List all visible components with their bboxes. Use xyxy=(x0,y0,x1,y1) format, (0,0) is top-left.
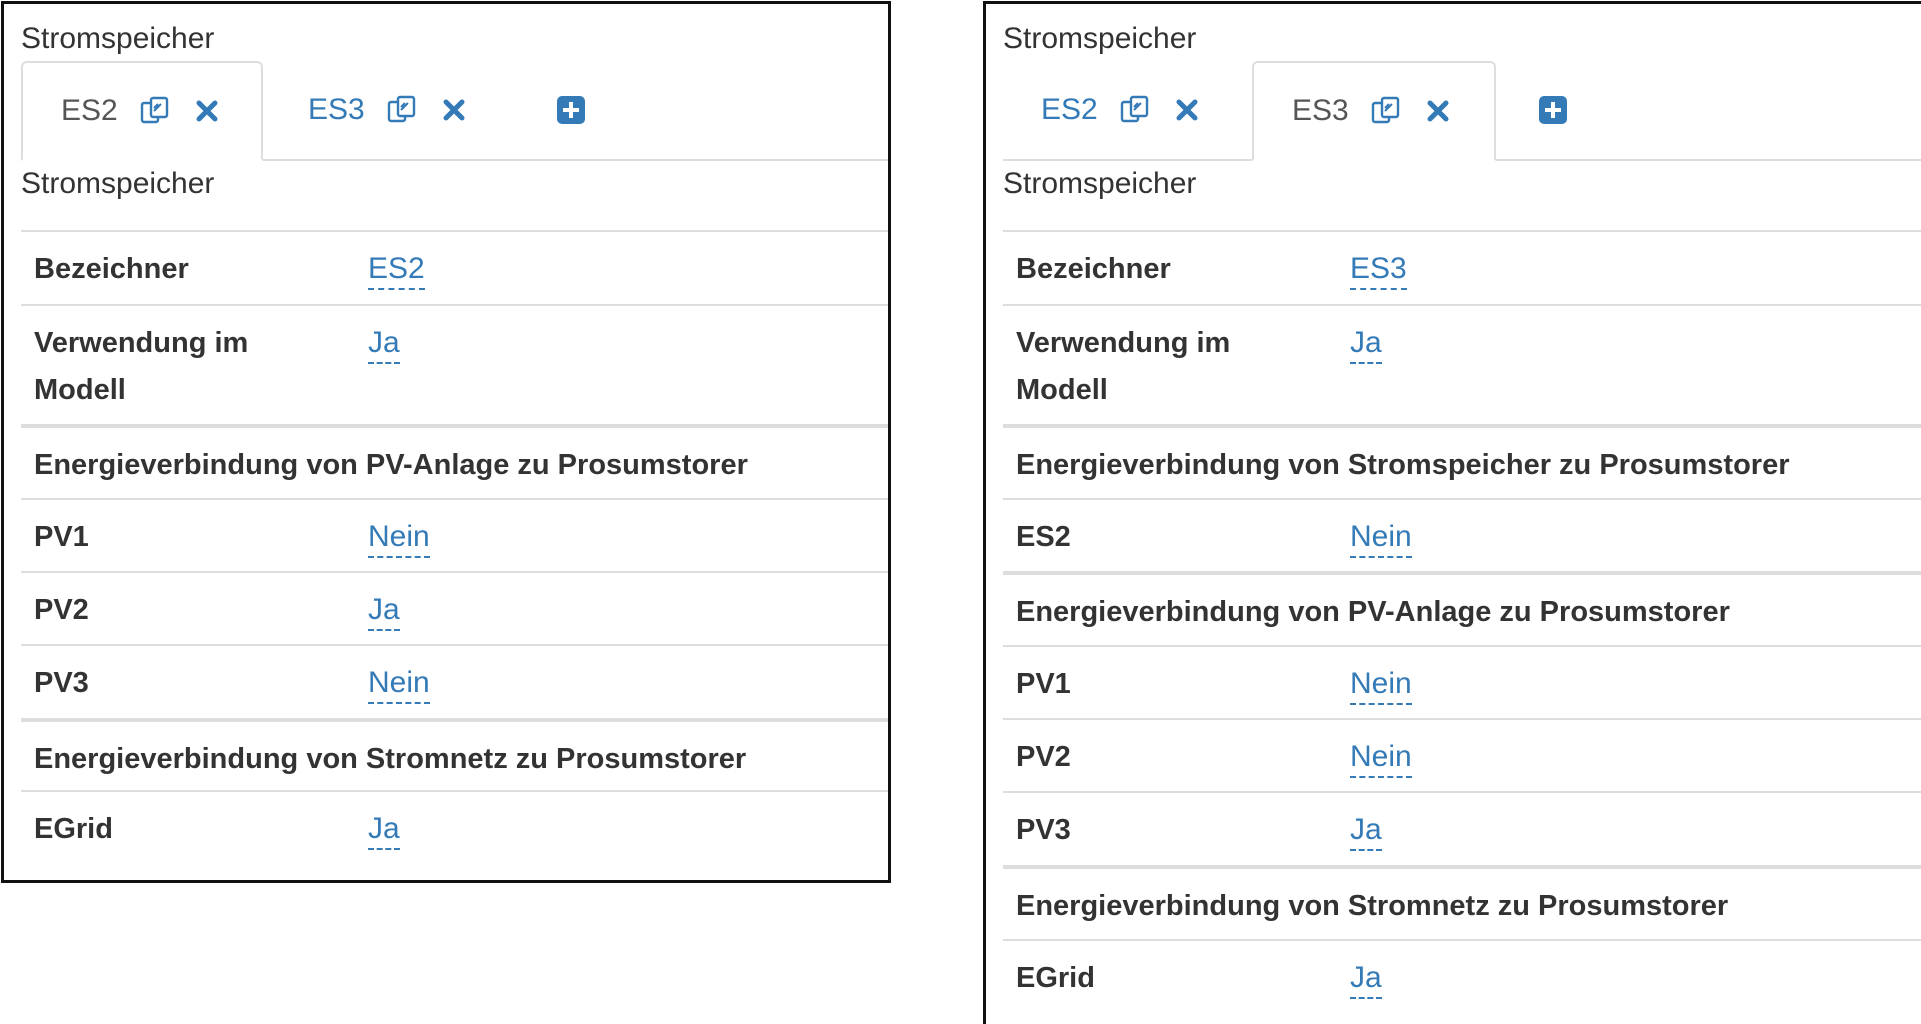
add-tab-button[interactable] xyxy=(1538,61,1568,159)
tab-es2[interactable]: ES2 xyxy=(1041,61,1200,159)
tab-es2[interactable]: ES2 xyxy=(21,61,263,161)
group-header: Energieverbindung von PV-Anlage zu Prosu… xyxy=(1003,571,1921,645)
tab-label: ES2 xyxy=(1041,93,1098,126)
editable-value[interactable]: Nein xyxy=(1350,520,1412,558)
close-icon[interactable] xyxy=(194,98,220,124)
editable-value[interactable]: ES3 xyxy=(1350,252,1407,290)
copy-icon[interactable] xyxy=(1371,96,1405,126)
row-label: ES2 xyxy=(1016,521,1071,553)
row-label: PV3 xyxy=(34,667,89,699)
table-row: EGrid Ja xyxy=(21,790,888,870)
plus-square-icon xyxy=(556,95,586,125)
tab-bar: ES2 ES3 xyxy=(1003,61,1921,161)
table-row: PV2 Ja xyxy=(21,571,888,644)
copy-icon[interactable] xyxy=(387,95,421,125)
row-label: PV2 xyxy=(1016,741,1071,773)
tab-es3[interactable]: ES3 xyxy=(1252,61,1496,161)
left-panel: Stromspeicher ES2 ES3 Stromspeicher Beze… xyxy=(1,1,891,883)
table-row: EGrid Ja xyxy=(1003,939,1921,1019)
table-row: PV1 Nein xyxy=(21,498,888,571)
close-icon[interactable] xyxy=(441,97,467,123)
right-panel: Stromspeicher ES2 ES3 Stromspeicher Beze… xyxy=(983,1,1921,1024)
close-icon[interactable] xyxy=(1174,97,1200,123)
group-label: Energieverbindung von PV-Anlage zu Prosu… xyxy=(34,449,748,481)
editable-value[interactable]: Nein xyxy=(1350,667,1412,705)
row-label: PV2 xyxy=(34,594,89,626)
table-row: ES2 Nein xyxy=(1003,498,1921,571)
row-label: EGrid xyxy=(34,813,113,845)
editable-value[interactable]: Nein xyxy=(1350,740,1412,778)
group-label: Energieverbindung von Stromspeicher zu P… xyxy=(1016,449,1790,481)
table-row: PV2 Nein xyxy=(1003,718,1921,791)
row-label: EGrid xyxy=(1016,962,1095,994)
row-label: Verwendung im Modell xyxy=(1016,327,1231,406)
table-row: PV3 Nein xyxy=(21,644,888,718)
group-header: Energieverbindung von Stromnetz zu Prosu… xyxy=(21,718,888,790)
panel-title: Stromspeicher xyxy=(21,22,215,55)
group-label: Energieverbindung von Stromnetz zu Prosu… xyxy=(34,743,747,775)
editable-value[interactable]: ES2 xyxy=(368,252,425,290)
row-label: PV1 xyxy=(34,521,89,553)
tab-label: ES3 xyxy=(1292,94,1349,127)
row-label: PV1 xyxy=(1016,668,1071,700)
table-row: Verwendung im Modell Ja xyxy=(1003,304,1921,424)
table-row: PV3 Ja xyxy=(1003,791,1921,865)
group-header: Energieverbindung von Stromspeicher zu P… xyxy=(1003,424,1921,498)
copy-icon[interactable] xyxy=(1120,95,1154,125)
group-header: Energieverbindung von Stromnetz zu Prosu… xyxy=(1003,865,1921,939)
table-row: Verwendung im Modell Ja xyxy=(21,304,888,424)
editable-value[interactable]: Nein xyxy=(368,520,430,558)
group-label: Energieverbindung von Stromnetz zu Prosu… xyxy=(1016,890,1729,922)
editable-value[interactable]: Ja xyxy=(368,593,400,631)
table-row: Bezeichner ES2 xyxy=(21,230,888,304)
tab-label: ES3 xyxy=(308,93,365,126)
editable-value[interactable]: Nein xyxy=(368,666,430,704)
add-tab-button[interactable] xyxy=(556,61,586,159)
row-label: Bezeichner xyxy=(34,253,189,285)
editable-value[interactable]: Ja xyxy=(1350,961,1382,999)
group-label: Energieverbindung von PV-Anlage zu Prosu… xyxy=(1016,596,1730,628)
tab-bar: ES2 ES3 xyxy=(21,61,888,161)
plus-square-icon xyxy=(1538,95,1568,125)
row-label: Bezeichner xyxy=(1016,253,1171,285)
row-label: PV3 xyxy=(1016,814,1071,846)
tab-label: ES2 xyxy=(61,94,118,127)
section-title: Stromspeicher xyxy=(21,167,215,200)
editable-value[interactable]: Ja xyxy=(368,326,400,364)
copy-icon[interactable] xyxy=(140,96,174,126)
editable-value[interactable]: Ja xyxy=(368,812,400,850)
group-header: Energieverbindung von PV-Anlage zu Prosu… xyxy=(21,424,888,498)
table-row: Bezeichner ES3 xyxy=(1003,230,1921,304)
close-icon[interactable] xyxy=(1425,98,1451,124)
properties-table: Bezeichner ES2 Verwendung im Modell Ja E… xyxy=(21,230,888,870)
editable-value[interactable]: Ja xyxy=(1350,326,1382,364)
section-title: Stromspeicher xyxy=(1003,167,1197,200)
editable-value[interactable]: Ja xyxy=(1350,813,1382,851)
panel-title: Stromspeicher xyxy=(1003,22,1197,55)
tab-es3[interactable]: ES3 xyxy=(308,61,467,159)
row-label: Verwendung im Modell xyxy=(34,327,249,406)
table-row: PV1 Nein xyxy=(1003,645,1921,718)
properties-table: Bezeichner ES3 Verwendung im Modell Ja E… xyxy=(1003,230,1921,1019)
